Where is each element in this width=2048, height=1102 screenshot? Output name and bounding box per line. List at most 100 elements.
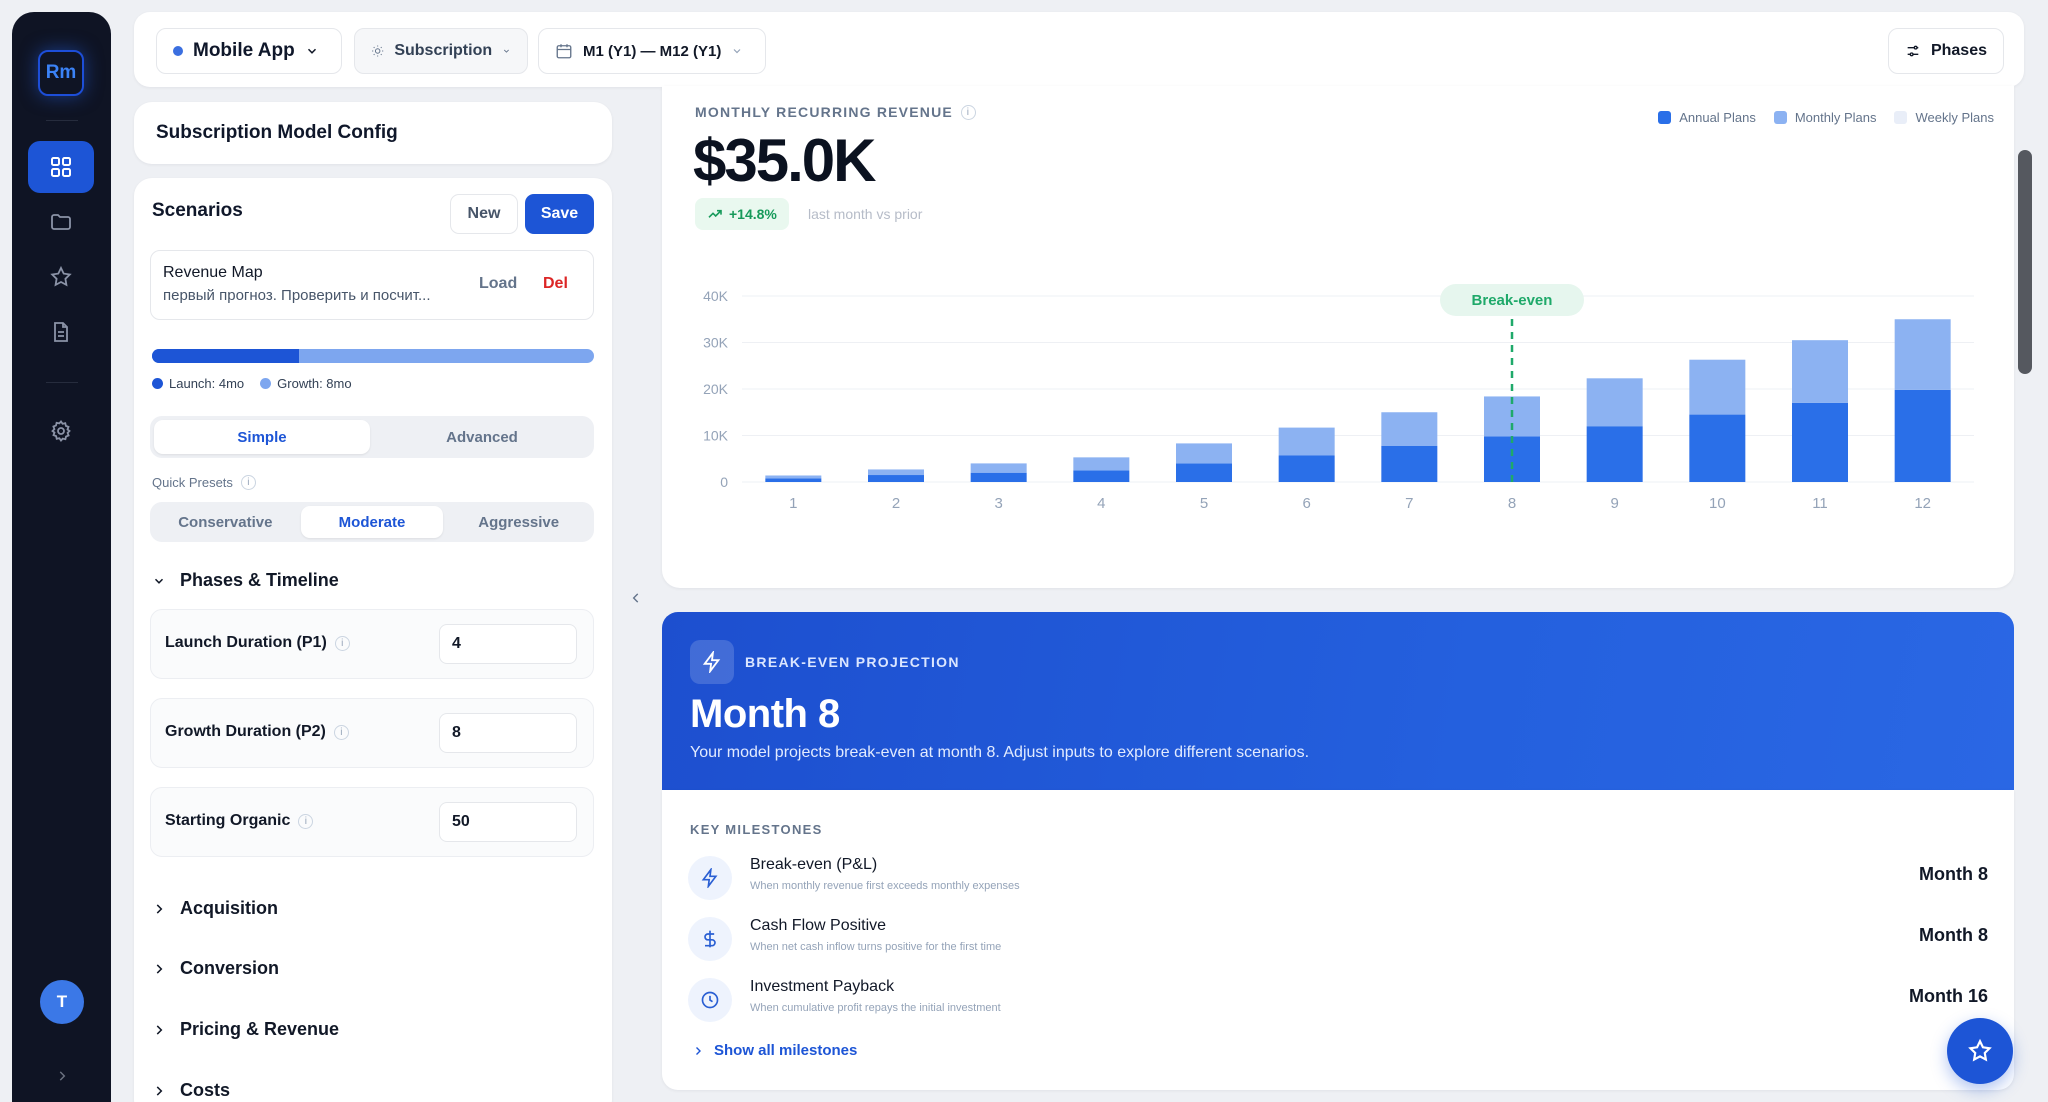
breakeven-label: BREAK-EVEN PROJECTION bbox=[745, 654, 960, 670]
milestone-value: Month 8 bbox=[1919, 864, 1988, 884]
bar-segment bbox=[1278, 455, 1335, 482]
info-icon[interactable]: i bbox=[333, 724, 349, 740]
section-phases-timeline[interactable]: Phases & Timeline bbox=[152, 570, 339, 591]
legend-annual-swatch bbox=[1658, 111, 1672, 124]
new-scenario-button[interactable]: New bbox=[450, 194, 518, 234]
bar-segment bbox=[1278, 427, 1335, 456]
milestone-subtitle: When cumulative profit repays the initia… bbox=[750, 1002, 1001, 1014]
user-avatar[interactable]: T bbox=[40, 980, 84, 1024]
section-pricing-revenue[interactable]: Pricing & Revenue bbox=[152, 1019, 339, 1040]
bar-segment bbox=[1689, 359, 1746, 415]
growth-duration-label: Growth Duration (P2) i bbox=[165, 723, 349, 741]
quick-presets-label: Quick Presets i bbox=[152, 475, 256, 490]
sidebar-divider bbox=[46, 382, 78, 383]
preset-aggressive[interactable]: Aggressive bbox=[447, 506, 590, 538]
preset-aggressive-label: Aggressive bbox=[478, 513, 560, 531]
date-range-label: M1 (Y1) — M12 (Y1) bbox=[583, 42, 722, 60]
growth-duration-input[interactable] bbox=[439, 713, 577, 753]
preset-moderate-label: Moderate bbox=[338, 513, 406, 531]
starting-organic-label: Starting Organic i bbox=[165, 812, 314, 830]
mode-simple[interactable]: Simple bbox=[154, 420, 370, 454]
legend-monthly-label: Monthly Plans bbox=[1794, 110, 1877, 125]
top-bar: Mobile App Subscription M1 (Y1) — M12 (Y… bbox=[134, 12, 2024, 87]
info-icon[interactable]: i bbox=[960, 104, 976, 120]
legend-monthly[interactable]: Monthly Plans bbox=[1773, 110, 1877, 125]
mrr-bar-chart: 40K30K20K10K01 2 3 4 5 6 7 8 9 10 11 12Break-even bbox=[703, 284, 1974, 512]
y-tick-label: 30K bbox=[703, 335, 729, 351]
info-icon[interactable]: i bbox=[298, 813, 314, 829]
bar-segment bbox=[765, 478, 822, 482]
phase-timeline-bar bbox=[152, 349, 594, 363]
sidebar-item-settings[interactable] bbox=[28, 405, 94, 457]
breakeven-marker-label: Break-even bbox=[1472, 292, 1553, 309]
app-logo[interactable]: Rm bbox=[38, 50, 84, 96]
bar-segment bbox=[1894, 389, 1951, 482]
launch-phase-fill bbox=[152, 349, 300, 363]
scrollbar-thumb[interactable] bbox=[2018, 150, 2032, 374]
bar-segment bbox=[868, 469, 924, 476]
mode-advanced-label: Advanced bbox=[446, 428, 518, 446]
calendar-icon bbox=[556, 44, 572, 59]
section-conversion[interactable]: Conversion bbox=[152, 958, 279, 979]
milestone-title: Cash Flow Positive bbox=[750, 917, 887, 934]
save-scenario-button[interactable]: Save bbox=[525, 194, 594, 234]
sliders-icon bbox=[1907, 45, 1919, 57]
model-type-selector[interactable]: Subscription bbox=[354, 28, 528, 74]
x-tick-label: 3 bbox=[994, 495, 1002, 512]
app-selector[interactable]: Mobile App bbox=[156, 28, 342, 74]
launch-legend-dot bbox=[152, 378, 163, 389]
launch-legend-label: Launch: 4mo bbox=[169, 376, 245, 391]
legend-annual-label: Annual Plans bbox=[1679, 110, 1756, 125]
quick-presets-text: Quick Presets bbox=[152, 475, 233, 490]
growth-legend-dot bbox=[260, 378, 272, 389]
growth-duration-text: Growth Duration (P2) bbox=[165, 723, 326, 740]
mode-advanced[interactable]: Advanced bbox=[374, 420, 590, 454]
preset-conservative[interactable]: Conservative bbox=[154, 506, 297, 538]
section-acquisition[interactable]: Acquisition bbox=[152, 898, 278, 919]
sidebar-item-reports[interactable] bbox=[28, 306, 94, 358]
load-scenario-button[interactable]: Load bbox=[479, 275, 517, 293]
show-all-milestones-link[interactable]: Show all milestones bbox=[692, 1042, 857, 1059]
info-icon[interactable]: i bbox=[240, 475, 256, 490]
sidebar-expand-button[interactable] bbox=[48, 1062, 76, 1090]
breakeven-description: Your model projects break-even at month … bbox=[690, 744, 1310, 761]
app-sidebar: Rm T bbox=[12, 12, 111, 1102]
preset-moderate[interactable]: Moderate bbox=[300, 506, 444, 538]
bar-segment bbox=[970, 472, 1027, 482]
milestone-icon-box bbox=[688, 978, 732, 1022]
delete-scenario-button[interactable]: Del bbox=[543, 275, 568, 293]
milestone-value: Month 16 bbox=[1909, 986, 1988, 1006]
mode-toggle: Simple Advanced bbox=[150, 416, 594, 458]
legend-annual[interactable]: Annual Plans bbox=[1658, 110, 1756, 125]
mrr-value: $35.0K bbox=[693, 127, 876, 194]
milestone-title: Investment Payback bbox=[750, 978, 895, 995]
info-icon[interactable]: i bbox=[334, 635, 350, 651]
sidebar-item-projects[interactable] bbox=[28, 196, 94, 248]
model-type-label: Subscription bbox=[394, 42, 493, 59]
section-costs-label: Costs bbox=[180, 1080, 231, 1100]
launch-legend: Launch: 4mo bbox=[152, 376, 244, 391]
panel-collapse-button[interactable] bbox=[624, 586, 648, 610]
x-tick-label: 10 bbox=[1709, 495, 1726, 512]
sidebar-item-favorites[interactable] bbox=[28, 251, 94, 303]
launch-duration-input[interactable] bbox=[439, 624, 577, 664]
x-tick-label: 2 bbox=[892, 495, 900, 512]
starting-organic-input[interactable] bbox=[439, 802, 577, 842]
scenario-item[interactable]: Revenue Map первый прогноз. Проверить и … bbox=[150, 250, 594, 320]
x-tick-label: 1 bbox=[789, 495, 797, 512]
phases-button[interactable]: Phases bbox=[1888, 28, 2004, 74]
favorite-fab-button[interactable] bbox=[1947, 1018, 2013, 1084]
sidebar-item-dashboard[interactable] bbox=[28, 141, 94, 193]
sidebar-divider bbox=[46, 120, 78, 121]
starting-organic-text: Starting Organic bbox=[165, 812, 291, 829]
clock-icon bbox=[701, 991, 719, 1009]
section-costs[interactable]: Costs bbox=[152, 1080, 230, 1101]
mrr-change-value: +14.8% bbox=[729, 206, 777, 222]
legend-weekly[interactable]: Weekly Plans bbox=[1894, 110, 1994, 125]
chevron-down-icon bbox=[307, 48, 316, 54]
date-range-selector[interactable]: M1 (Y1) — M12 (Y1) bbox=[538, 28, 766, 74]
bar-segment bbox=[1586, 426, 1643, 482]
bar-segment bbox=[1176, 463, 1232, 482]
folder-icon bbox=[51, 214, 71, 230]
mrr-chart-card: MONTHLY RECURRING REVENUE i $35.0K +14.8… bbox=[662, 86, 2014, 588]
